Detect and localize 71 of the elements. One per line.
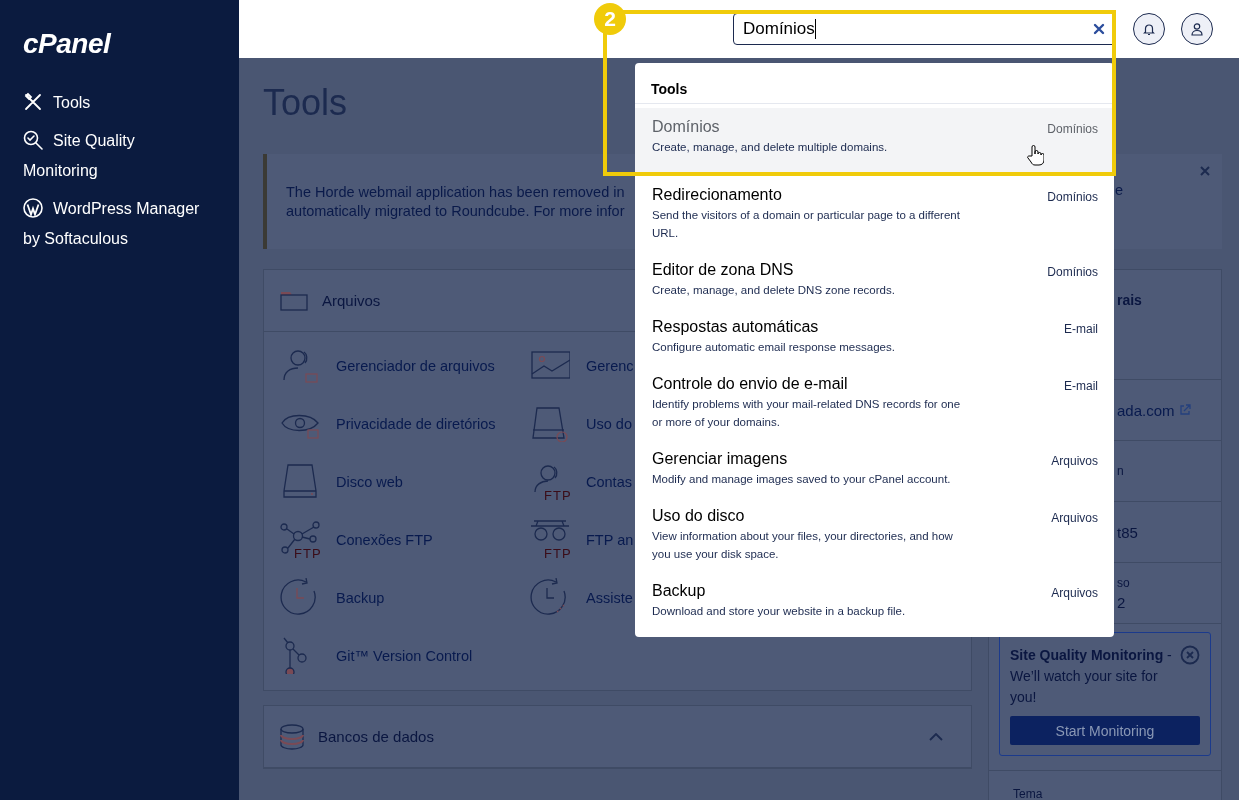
tool-link[interactable]: Conexões FTP — [336, 532, 433, 548]
result-title: Domínios — [652, 118, 721, 136]
bell-icon — [1142, 22, 1156, 36]
tool-link[interactable]: FTP an — [586, 532, 634, 548]
logo: cPanel — [23, 28, 111, 60]
wordpress-logo-icon — [23, 198, 43, 218]
result-title: Uso do disco — [652, 507, 746, 525]
result-title: Redirecionamento — [652, 186, 783, 204]
sidebar-link[interactable]: Tools — [23, 88, 213, 118]
section-title[interactable]: Bancos de dados — [318, 728, 434, 745]
notifications-button[interactable] — [1133, 13, 1165, 45]
tool-link[interactable]: Uso do — [586, 416, 632, 432]
tool-link[interactable]: Privacidade de diretórios — [336, 416, 496, 432]
sidebar-link[interactable]: WordPress Manager by Softaculous — [23, 194, 213, 254]
result-description: Create, manage, and delete DNS zone records. — [652, 283, 895, 298]
result-description: Download and store your website in a backup file. — [652, 604, 906, 619]
result-title: Respostas automáticas — [652, 318, 820, 336]
result-title: Backup — [652, 582, 707, 600]
theme-label: Tema — [1013, 787, 1043, 800]
result-title: Controle do envio de e-mail — [652, 375, 849, 393]
result-description: Modify and manage images saved to your cPanel account. — [652, 472, 951, 487]
tool-link[interactable]: Gerenciador de arquivos — [336, 358, 495, 374]
notice-text-fragment: e — [1115, 182, 1124, 198]
tool-link[interactable]: Backup — [336, 590, 385, 606]
icon-label: FTP — [544, 547, 572, 560]
result-category: Domínios — [1047, 189, 1098, 204]
info-label: n — [1117, 464, 1124, 478]
result-category: Arquivos — [1051, 453, 1098, 468]
glasses-icon — [530, 520, 570, 541]
result-description: Configure automatic email response messages. — [652, 340, 895, 355]
result-category: Domínios — [1047, 121, 1098, 136]
domain-link[interactable]: ada.com — [1117, 401, 1175, 419]
person-icon — [1190, 22, 1204, 36]
result-category: E-mail — [1064, 378, 1098, 393]
close-icon[interactable] — [1093, 23, 1105, 35]
results-heading: Tools — [635, 63, 1114, 104]
section-title[interactable]: Arquivos — [322, 292, 381, 309]
user-button[interactable] — [1181, 13, 1213, 45]
info-label: so — [1117, 575, 1130, 590]
sidebar-link[interactable]: Site Quality Monitoring — [23, 126, 213, 186]
result-description: Send the visitors of a domain or particular page to a different URL. — [652, 208, 961, 241]
result-category: Arquivos — [1051, 510, 1098, 525]
start-monitoring-button[interactable]: Start Monitoring — [1010, 716, 1200, 745]
hard-drive-icon — [280, 462, 320, 500]
result-category: Domínios — [1047, 264, 1098, 279]
info-value: 2 — [1117, 593, 1126, 611]
info-value: t85 — [1117, 523, 1138, 541]
result-description: Create, manage, and delete multiple domains. — [652, 140, 888, 155]
drive-chart-icon — [530, 404, 570, 442]
result-title: Gerenciar imagens — [652, 450, 789, 468]
hand-pointer-icon — [1026, 144, 1044, 166]
tool-link[interactable]: Disco web — [336, 474, 403, 490]
result-description: Identify problems with your mail-related DNS records for one or more of your domains. — [652, 397, 962, 430]
tool-link[interactable]: Git™ Version Control — [336, 648, 473, 664]
notice-text: The Horde webmail application has been removed in automatically migrated to Roundcube. For more infor — [286, 182, 625, 221]
tool-link[interactable]: Gerenc — [586, 358, 634, 374]
tool-link[interactable]: Contas — [586, 474, 632, 490]
tool-link[interactable]: Assiste — [586, 590, 633, 606]
info-heading: rais — [1117, 292, 1142, 308]
folder-icon — [280, 290, 308, 311]
result-title: Editor de zona DNS — [652, 261, 795, 279]
magnifier-check-icon — [23, 130, 43, 150]
tools-icon — [23, 92, 43, 112]
promo-text: Site Quality Monitoring - We’ll watch your site for you! — [1010, 646, 1173, 707]
icon-label: FTP — [544, 489, 572, 502]
result-category: Arquivos — [1051, 585, 1098, 600]
result-category: E-mail — [1064, 321, 1098, 336]
icon-label: FTP — [294, 547, 322, 560]
result-description: View information about your files, your directories, and how you use your disk space. — [652, 529, 954, 562]
database-icon — [280, 723, 304, 750]
external-link-icon — [1178, 404, 1191, 416]
